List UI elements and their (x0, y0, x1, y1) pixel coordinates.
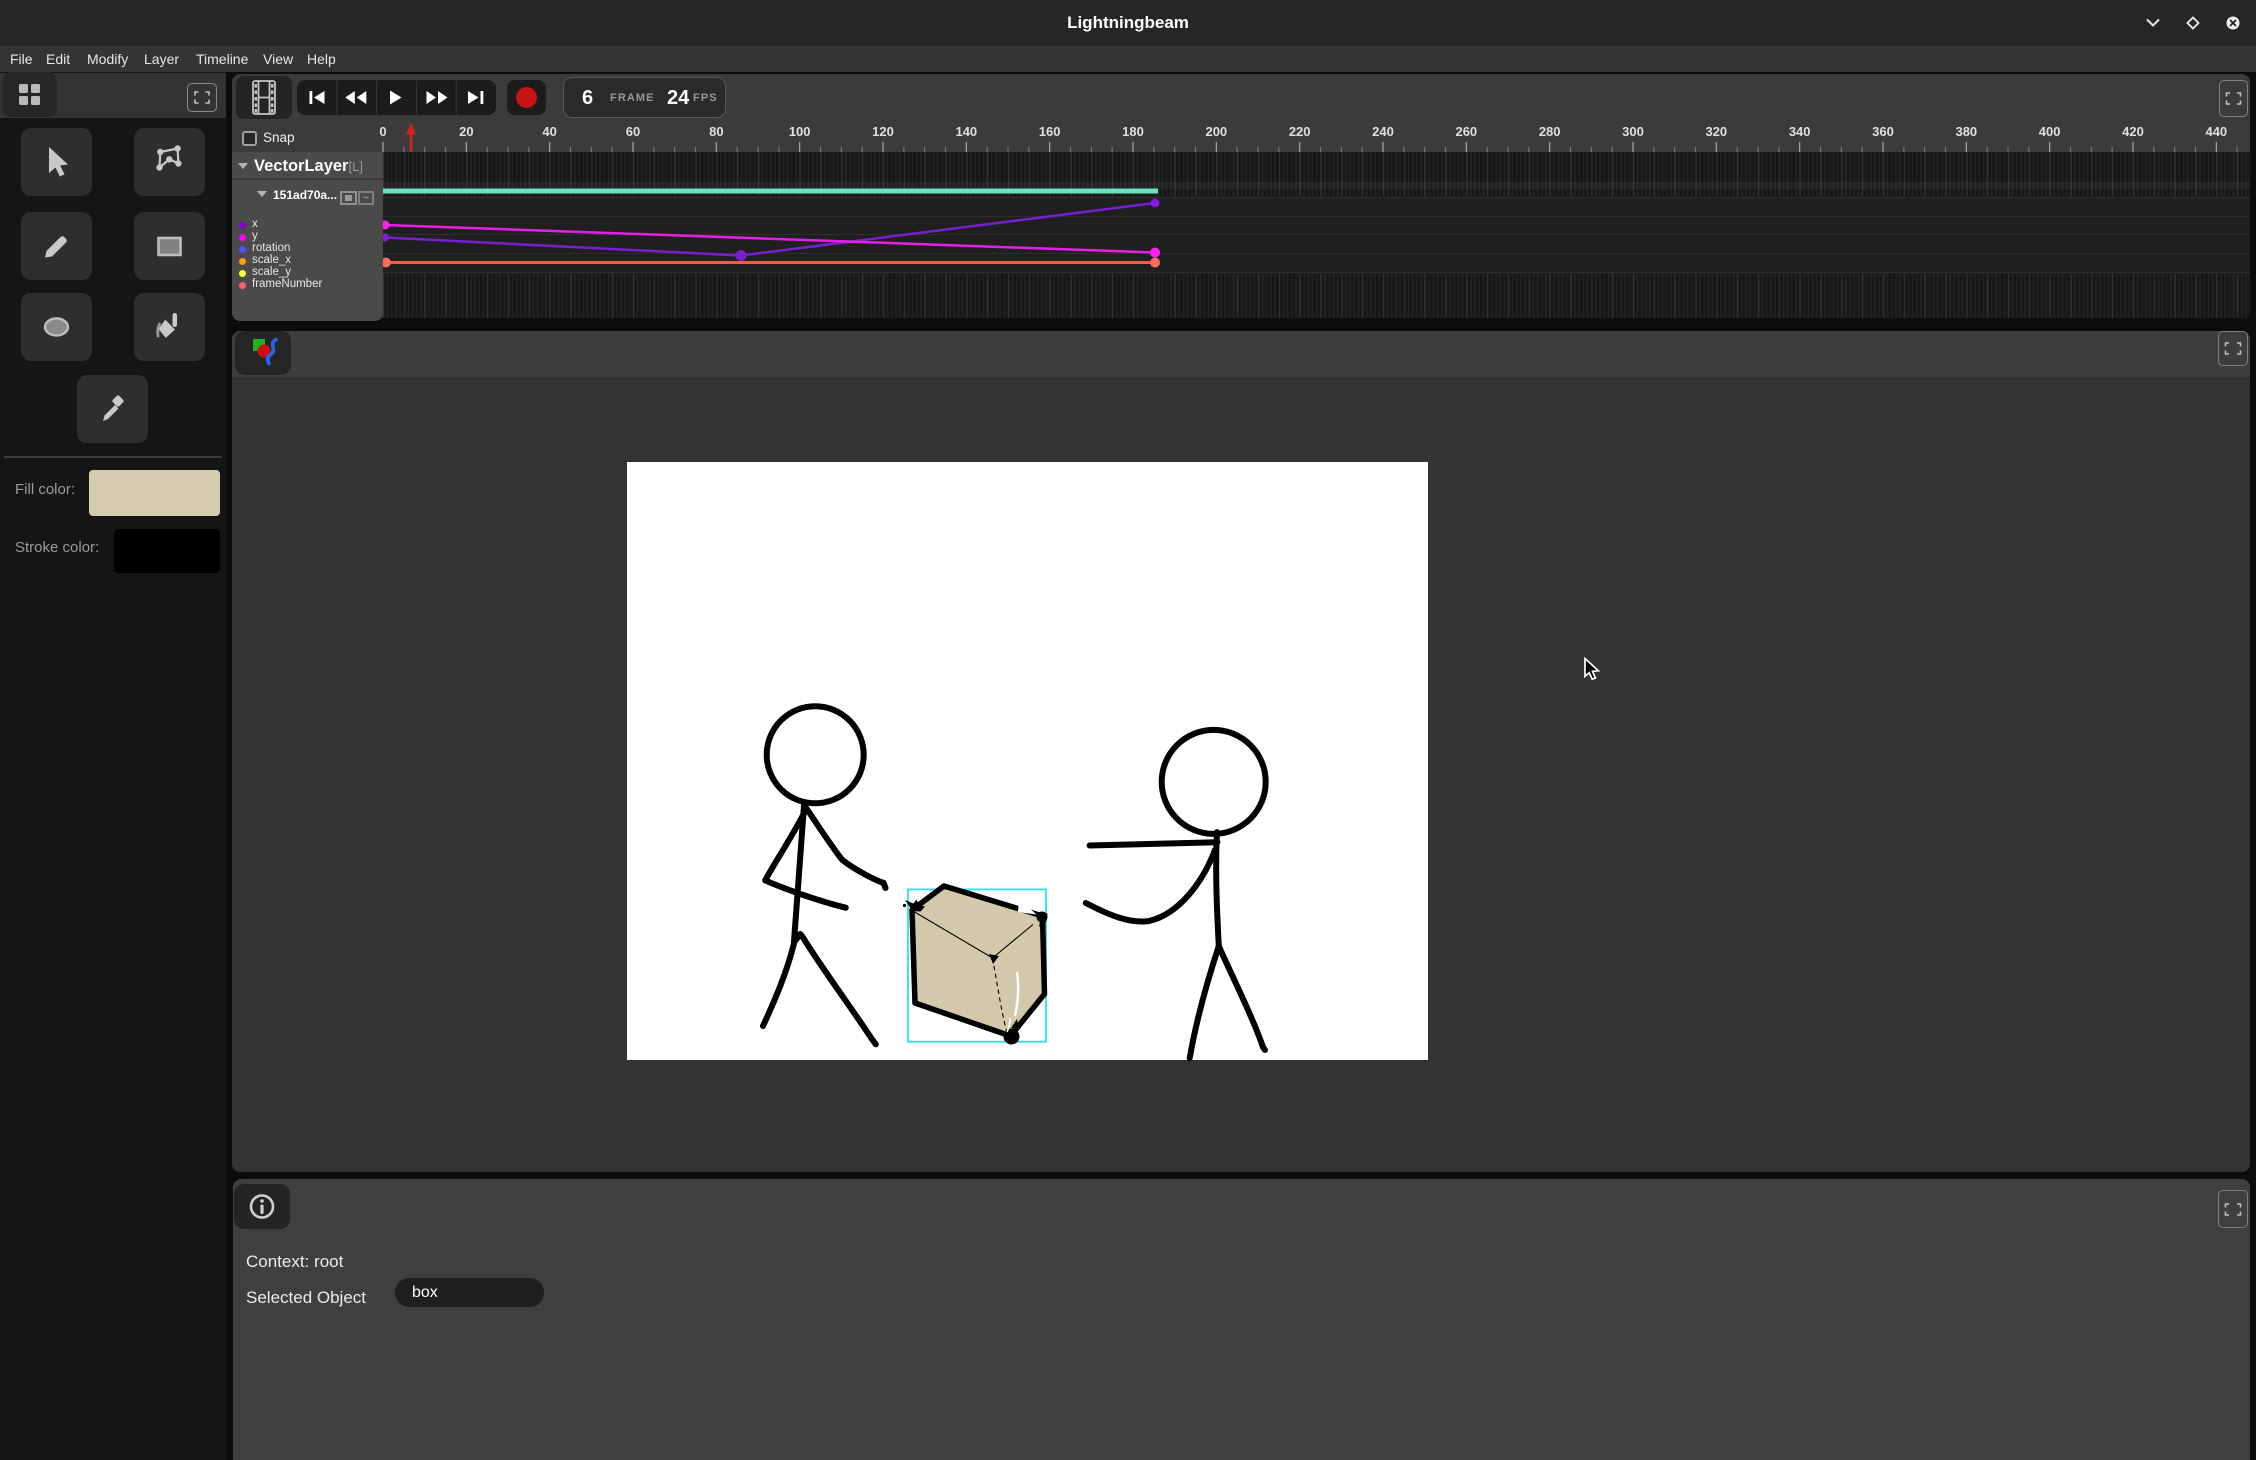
svg-text:280: 280 (1539, 124, 1561, 139)
svg-text:400: 400 (2039, 124, 2061, 139)
svg-text:240: 240 (1372, 124, 1394, 139)
svg-text:220: 220 (1289, 124, 1311, 139)
svg-text:340: 340 (1789, 124, 1811, 139)
svg-text:200: 200 (1205, 124, 1227, 139)
svg-text:320: 320 (1705, 124, 1727, 139)
svg-text:300: 300 (1622, 124, 1644, 139)
svg-text:180: 180 (1122, 124, 1144, 139)
svg-text:0: 0 (379, 124, 386, 139)
svg-text:60: 60 (626, 124, 640, 139)
svg-text:40: 40 (542, 124, 556, 139)
svg-text:100: 100 (789, 124, 811, 139)
svg-text:80: 80 (709, 124, 723, 139)
svg-text:160: 160 (1039, 124, 1061, 139)
svg-text:380: 380 (1955, 124, 1977, 139)
svg-text:120: 120 (872, 124, 894, 139)
svg-text:420: 420 (2122, 124, 2144, 139)
svg-text:360: 360 (1872, 124, 1894, 139)
svg-text:20: 20 (459, 124, 473, 139)
svg-text:140: 140 (955, 124, 977, 139)
svg-text:440: 440 (2205, 124, 2227, 139)
svg-text:260: 260 (1455, 124, 1477, 139)
